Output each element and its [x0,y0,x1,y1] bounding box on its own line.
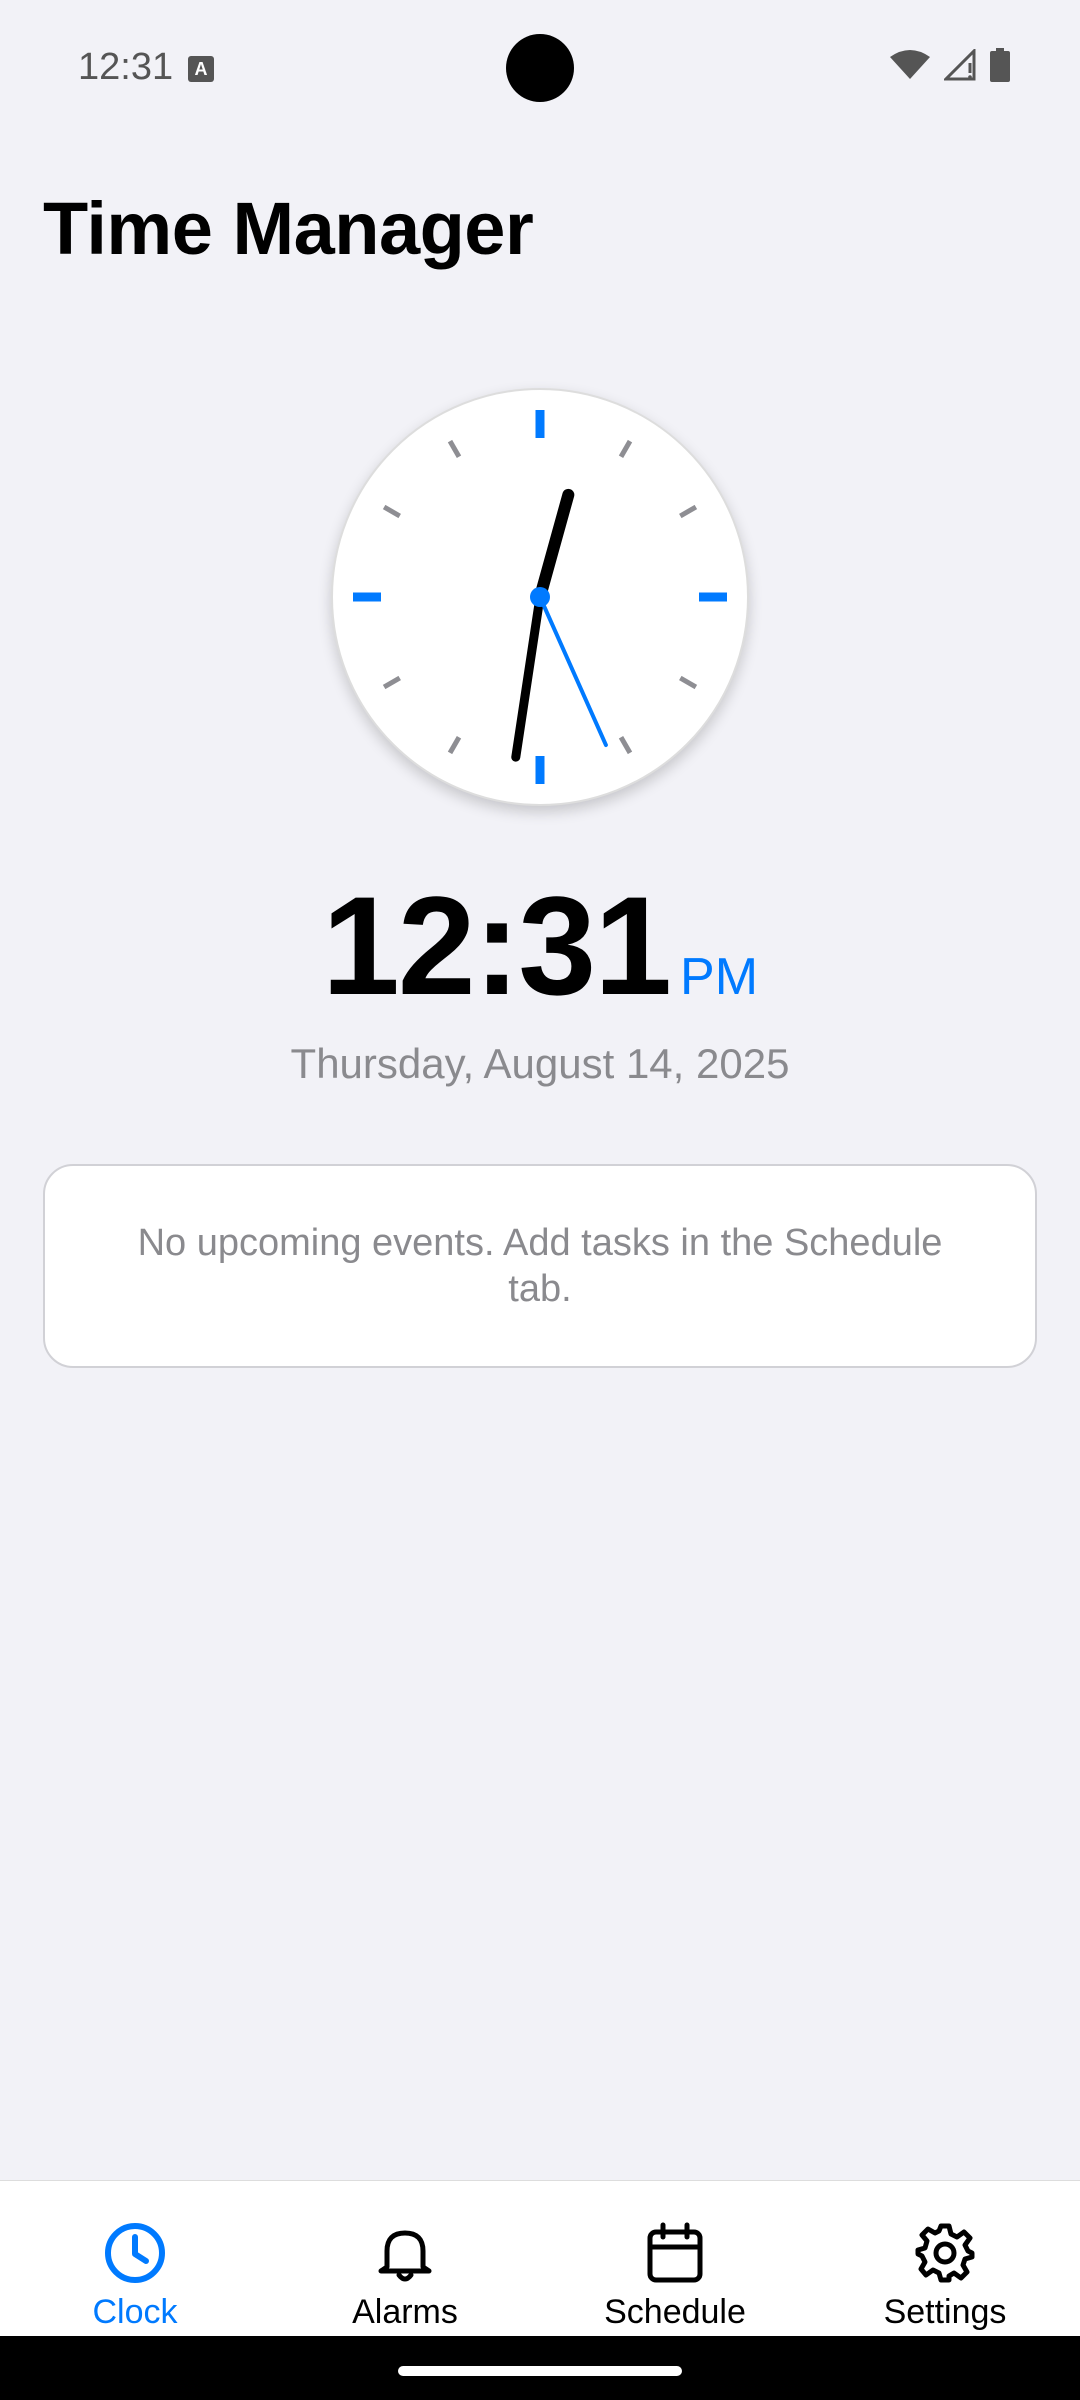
ampm-label: PM [680,948,759,1006]
page-title: Time Manager [43,187,534,270]
date-label: Thursday, August 14, 2025 [290,1040,790,1087]
clock-tick [382,504,401,519]
bottom-tab-bar: Clock Alarms Schedule Settings [0,2180,1080,2337]
hour-hand [534,488,575,603]
analog-clock [331,388,749,806]
signal-icon [944,49,976,81]
upcoming-events-card: No upcoming events. Add tasks in the Sch… [43,1164,1037,1368]
digital-time-value: 12:31 [321,867,672,1024]
clock-tick [382,675,401,690]
clock-icon [105,2223,165,2283]
clock-tick [679,504,698,519]
minute-hand [511,592,545,762]
tab-clock-label: Clock [92,2293,178,2331]
clock-tick [679,675,698,690]
empty-events-message: No upcoming events. Add tasks in the Sch… [137,1222,943,1310]
clock-tick [447,736,462,755]
calendar-icon [647,2222,703,2283]
status-time: 12:31 [78,46,174,88]
tab-schedule[interactable]: Schedule [540,2181,810,2337]
tab-alarms-label: Alarms [352,2293,458,2331]
clock-tick [618,736,633,755]
tab-alarms[interactable]: Alarms [270,2181,540,2337]
tab-settings[interactable]: Settings [810,2181,1080,2337]
clock-face [353,410,727,784]
home-gesture-handle[interactable] [398,2366,682,2376]
keyboard-a-icon: A [188,56,214,82]
bell-icon [378,2230,432,2282]
gear-icon [915,2223,975,2283]
system-navigation-bar [0,2336,1080,2400]
second-hand [538,595,608,747]
tab-settings-label: Settings [883,2293,1007,2331]
tab-clock[interactable]: Clock [0,2181,270,2337]
clock-center-dot [530,587,550,607]
camera-cutout [506,34,574,102]
clock-tick [447,439,462,458]
digital-time: 12:31 PM [0,866,1080,1026]
status-icons [890,48,1010,82]
clock-tick [618,439,633,458]
wifi-icon [890,50,930,79]
tab-schedule-label: Schedule [604,2293,746,2331]
battery-icon [990,48,1010,82]
status-bar: 12:31 A [0,0,1080,136]
